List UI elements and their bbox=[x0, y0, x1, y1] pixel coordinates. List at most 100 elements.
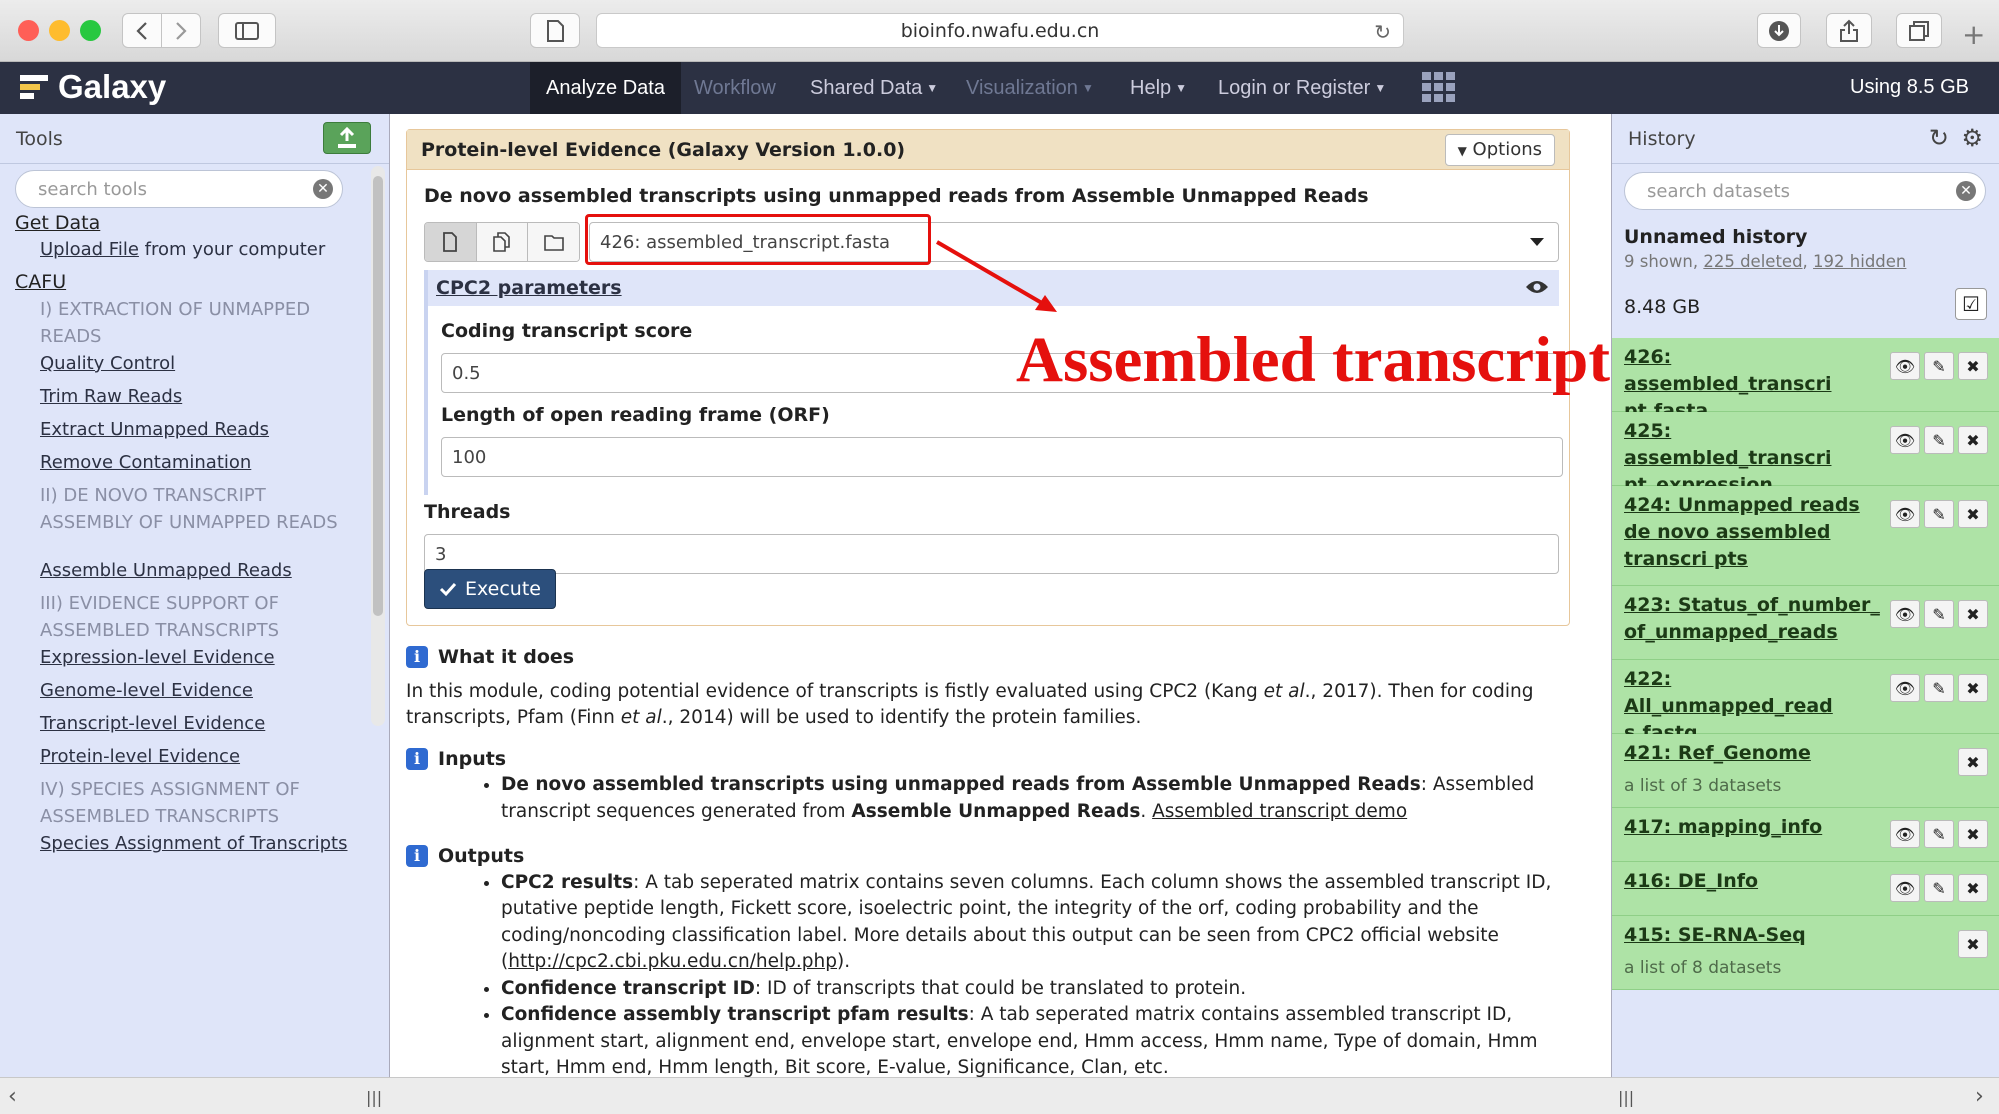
execute-button[interactable]: Execute bbox=[424, 569, 556, 609]
eye-icon[interactable]: 👁 bbox=[1890, 820, 1920, 848]
upload-file-link[interactable]: Upload File bbox=[40, 239, 139, 260]
dataset-title[interactable]: 415: SE-RNA-Seq bbox=[1624, 922, 1884, 949]
history-item-422[interactable]: 422: All_unmapped_read s.fastq 👁 ✎ ✖ bbox=[1612, 660, 1999, 744]
pencil-icon[interactable]: ✎ bbox=[1924, 674, 1954, 702]
tool-species-assignment[interactable]: Species Assignment of Transcripts bbox=[40, 830, 350, 857]
pencil-icon[interactable]: ✎ bbox=[1924, 500, 1954, 528]
nav-workflow[interactable]: Workflow bbox=[678, 62, 792, 114]
delete-icon[interactable]: ✖ bbox=[1958, 600, 1988, 628]
dataset-title[interactable]: 417: mapping_info bbox=[1624, 814, 1884, 841]
tool-transcript-level-evidence[interactable]: Transcript-level Evidence bbox=[40, 710, 350, 737]
tool-panel-scrollbar[interactable] bbox=[371, 166, 385, 726]
delete-icon[interactable]: ✖ bbox=[1958, 352, 1988, 380]
eye-icon[interactable]: 👁 bbox=[1890, 874, 1920, 902]
apps-grid-icon[interactable] bbox=[1422, 72, 1456, 106]
section-get-data[interactable]: Get Data bbox=[15, 210, 325, 237]
pencil-icon[interactable]: ✎ bbox=[1924, 874, 1954, 902]
clear-search-icon[interactable]: ✕ bbox=[1956, 181, 1976, 201]
history-item-417[interactable]: 417: mapping_info 👁 ✎ ✖ bbox=[1612, 808, 1999, 862]
history-item-415[interactable]: 415: SE-RNA-Seq a list of 8 datasets ✖ bbox=[1612, 916, 1999, 990]
dataset-collection-button[interactable] bbox=[528, 223, 579, 261]
assembled-transcript-demo-link[interactable]: Assembled transcript demo bbox=[1152, 801, 1407, 822]
dataset-title[interactable]: 423: Status_of_number_ of_unmapped_reads bbox=[1624, 592, 1884, 646]
eye-icon[interactable]: 👁 bbox=[1890, 600, 1920, 628]
close-window-button[interactable] bbox=[18, 20, 39, 41]
pencil-icon[interactable]: ✎ bbox=[1924, 820, 1954, 848]
refresh-icon[interactable]: ↻ bbox=[1929, 124, 1949, 152]
downloads-button[interactable] bbox=[1757, 13, 1801, 48]
history-item-426[interactable]: 426: assembled_transcri pt.fasta 👁 ✎ ✖ bbox=[1612, 338, 1999, 422]
eye-icon[interactable] bbox=[1525, 279, 1549, 295]
options-button[interactable]: ▼ Options bbox=[1444, 134, 1555, 166]
history-counts: 9 shown, 225 deleted, 192 hidden bbox=[1624, 252, 1906, 271]
pencil-icon[interactable]: ✎ bbox=[1924, 352, 1954, 380]
minimize-window-button[interactable] bbox=[49, 20, 70, 41]
section-cafu[interactable]: CAFU bbox=[15, 269, 325, 296]
new-tab-button[interactable]: + bbox=[1962, 18, 1985, 51]
history-item-425[interactable]: 425: assembled_transcri pt_expression 👁 ✎… bbox=[1612, 412, 1999, 496]
tool-extract-unmapped-reads[interactable]: Extract Unmapped Reads bbox=[40, 416, 350, 443]
tool-quality-control[interactable]: Quality Control bbox=[40, 350, 350, 377]
resize-handle-icon[interactable]: ||| bbox=[366, 1088, 382, 1107]
search-tools-input[interactable]: search tools ✕ bbox=[15, 170, 343, 208]
eye-icon[interactable]: 👁 bbox=[1890, 674, 1920, 702]
threads-input[interactable]: 3 bbox=[424, 534, 1559, 574]
history-item-421[interactable]: 421: Ref_Genome a list of 3 datasets ✖ bbox=[1612, 734, 1999, 808]
dataset-title[interactable]: 424: Unmapped reads de novo assembled tr… bbox=[1624, 492, 1884, 573]
select-items-checkbox-icon[interactable]: ☑ bbox=[1955, 288, 1987, 320]
history-item-423[interactable]: 423: Status_of_number_ of_unmapped_reads… bbox=[1612, 586, 1999, 660]
galaxy-logo[interactable]: Galaxy bbox=[18, 68, 166, 106]
nav-analyze-data[interactable]: Analyze Data bbox=[530, 62, 681, 114]
eye-icon[interactable]: 👁 bbox=[1890, 426, 1920, 454]
maximize-window-button[interactable] bbox=[80, 20, 101, 41]
delete-icon[interactable]: ✖ bbox=[1958, 426, 1988, 454]
collapse-left-icon[interactable]: ‹ bbox=[8, 1084, 17, 1109]
tool-genome-level-evidence[interactable]: Genome-level Evidence bbox=[40, 677, 350, 704]
pencil-icon[interactable]: ✎ bbox=[1924, 426, 1954, 454]
tool-remove-contamination[interactable]: Remove Contamination bbox=[40, 449, 350, 476]
search-datasets-input[interactable]: search datasets ✕ bbox=[1624, 172, 1986, 210]
cpc2-website-link[interactable]: http://cpc2.cbi.pku.edu.cn/help.php bbox=[508, 951, 837, 972]
nav-login-register[interactable]: Login or Register ▼ bbox=[1202, 62, 1402, 114]
tool-protein-level-evidence[interactable]: Protein-level Evidence bbox=[40, 743, 350, 770]
delete-icon[interactable]: ✖ bbox=[1958, 820, 1988, 848]
delete-icon[interactable]: ✖ bbox=[1958, 500, 1988, 528]
sidebar-toggle-button[interactable] bbox=[218, 13, 276, 48]
collapse-right-icon[interactable]: › bbox=[1975, 1084, 1984, 1109]
tool-expression-level-evidence[interactable]: Expression-level Evidence bbox=[40, 644, 350, 671]
share-button[interactable] bbox=[1826, 13, 1872, 48]
delete-icon[interactable]: ✖ bbox=[1958, 930, 1988, 958]
gear-icon[interactable]: ⚙ bbox=[1961, 124, 1983, 152]
history-name[interactable]: Unnamed history bbox=[1624, 226, 1807, 248]
nav-shared-data[interactable]: Shared Data ▼ bbox=[794, 62, 954, 114]
reload-icon[interactable]: ↻ bbox=[1374, 20, 1391, 44]
back-button[interactable] bbox=[122, 13, 162, 48]
delete-icon[interactable]: ✖ bbox=[1958, 874, 1988, 902]
address-bar[interactable]: bioinfo.nwafu.edu.cn ↻ bbox=[596, 13, 1404, 48]
nav-help[interactable]: Help ▼ bbox=[1114, 62, 1203, 114]
dataset-title[interactable]: 421: Ref_Genome bbox=[1624, 740, 1884, 767]
resize-handle-icon[interactable]: ||| bbox=[1618, 1088, 1634, 1107]
tool-trim-raw-reads[interactable]: Trim Raw Reads bbox=[40, 383, 350, 410]
tabs-overview-button[interactable] bbox=[1896, 13, 1942, 48]
dataset-title[interactable]: 416: DE_Info bbox=[1624, 868, 1884, 895]
scrollbar-thumb[interactable] bbox=[373, 176, 383, 616]
eye-icon[interactable]: 👁 bbox=[1890, 500, 1920, 528]
eye-icon[interactable]: 👁 bbox=[1890, 352, 1920, 380]
delete-icon[interactable]: ✖ bbox=[1958, 748, 1988, 776]
clear-search-icon[interactable]: ✕ bbox=[313, 179, 333, 199]
nav-visualization[interactable]: Visualization ▼ bbox=[950, 62, 1110, 114]
history-item-416[interactable]: 416: DE_Info 👁 ✎ ✖ bbox=[1612, 862, 1999, 916]
show-hidden-link[interactable]: 192 hidden bbox=[1813, 252, 1906, 271]
show-deleted-link[interactable]: 225 deleted bbox=[1703, 252, 1802, 271]
history-item-424[interactable]: 424: Unmapped reads de novo assembled tr… bbox=[1612, 486, 1999, 586]
delete-icon[interactable]: ✖ bbox=[1958, 674, 1988, 702]
single-dataset-button[interactable] bbox=[425, 223, 477, 261]
tool-assemble-unmapped-reads[interactable]: Assemble Unmapped Reads bbox=[40, 557, 350, 584]
page-menu-button[interactable] bbox=[530, 13, 580, 48]
multiple-datasets-button[interactable] bbox=[476, 223, 529, 261]
forward-button[interactable] bbox=[161, 13, 201, 48]
upload-button[interactable] bbox=[323, 122, 371, 154]
orf-length-input[interactable]: 100 bbox=[441, 437, 1563, 477]
pencil-icon[interactable]: ✎ bbox=[1924, 600, 1954, 628]
